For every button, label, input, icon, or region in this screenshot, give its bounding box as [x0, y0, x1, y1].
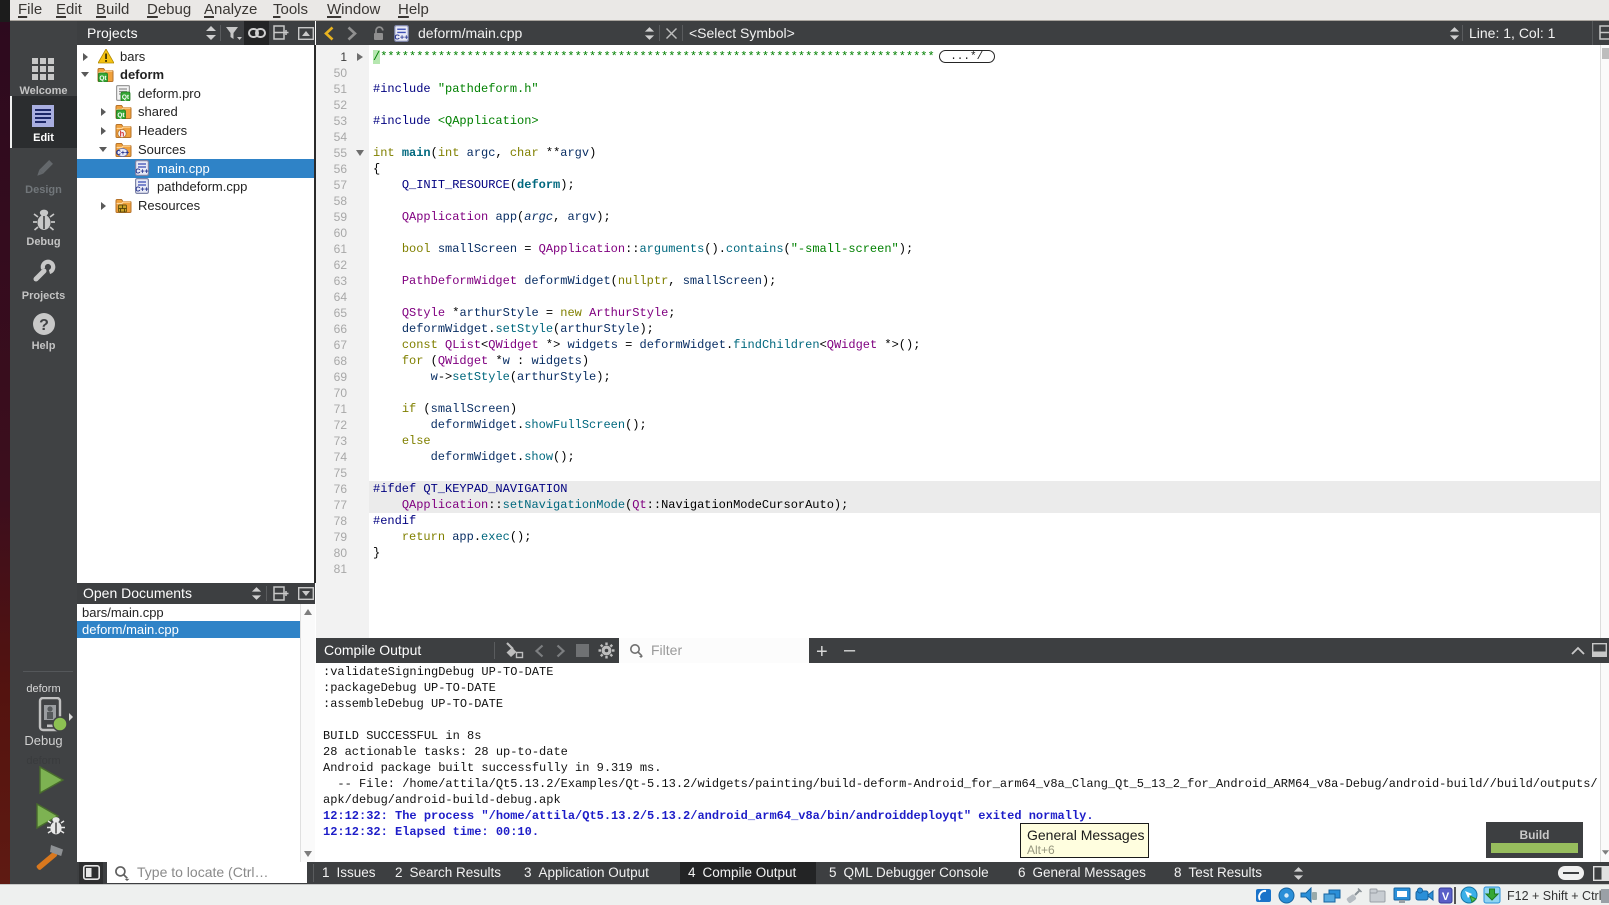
- svg-text:?: ?: [39, 317, 49, 334]
- svg-text:V: V: [1442, 891, 1450, 903]
- svg-text:C++: C++: [116, 150, 129, 157]
- svg-text:h: h: [120, 129, 125, 138]
